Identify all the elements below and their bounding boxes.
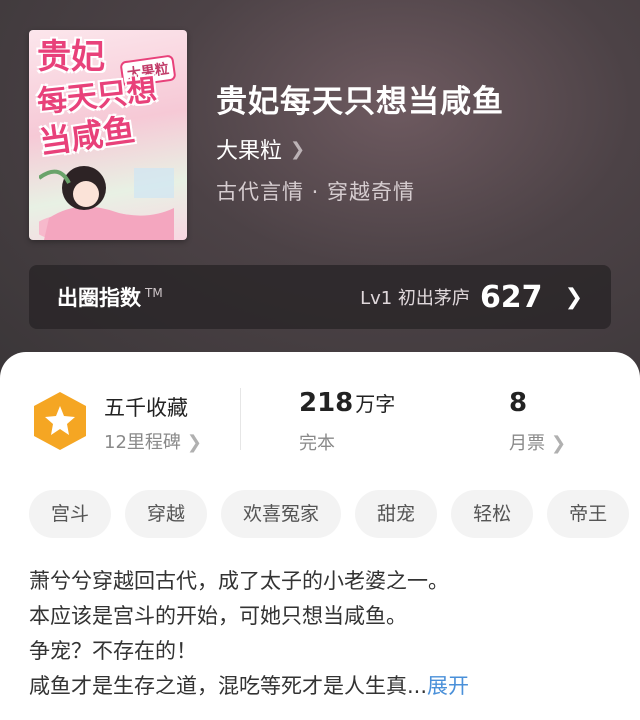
chevron-right-icon: ❯ — [551, 433, 567, 454]
tag-chip[interactable]: 穿越 — [125, 490, 208, 538]
tag-chip[interactable]: 轻松 — [451, 490, 534, 538]
chevron-right-icon: ❯ — [564, 284, 583, 310]
author-name: 大果粒 — [216, 139, 283, 164]
collection-milestone-title[interactable]: 五千收藏 — [104, 392, 188, 422]
book-info-panel: 五千收藏 12里程碑 ❯ 218 万字 完本 8 月票 ❯ 宫斗 穿越 欢喜冤家 甜宠… — [0, 352, 640, 720]
book-cover-image[interactable]: 贵妃 大果粒 每天只想 当咸鱼 — [29, 30, 187, 240]
tag-chip[interactable]: 帝王 — [547, 490, 630, 538]
popularity-index-bar[interactable]: 出圈指数 TM Lv1 初出茅庐 627 ❯ — [29, 265, 611, 329]
cover-title-line1: 贵妃 — [37, 37, 105, 77]
description-line: 萧兮兮穿越回古代，成了太子的小老婆之一。 — [29, 569, 449, 593]
tag-list: 宫斗 穿越 欢喜冤家 甜宠 轻松 帝王 — [29, 490, 630, 538]
index-label: 出圈指数 — [57, 286, 141, 310]
tag-chip[interactable]: 甜宠 — [355, 490, 438, 538]
description-line: 本应该是宫斗的开始，可她只想当咸鱼。 — [29, 604, 407, 628]
index-score: 627 — [479, 279, 543, 315]
description-line: 咸鱼才是生存之道，混吃等死才是人生真... — [29, 674, 428, 698]
book-description: 萧兮兮穿越回古代，成了太子的小老婆之一。 本应该是宫斗的开始，可她只想当咸鱼。 … — [29, 564, 619, 704]
star-badge-icon[interactable] — [31, 390, 89, 452]
expand-description-button[interactable]: 展开 — [427, 674, 469, 698]
chevron-right-icon: ❯ — [290, 138, 306, 160]
collection-milestone-link[interactable]: 12里程碑 ❯ — [104, 428, 202, 454]
cover-title-line2: 每天只想 — [35, 72, 159, 121]
cover-illustration — [39, 166, 174, 240]
book-title: 贵妃每天只想当咸鱼 — [216, 84, 504, 120]
word-count-number: 218 — [299, 388, 354, 418]
trademark-mark: TM — [145, 286, 163, 300]
description-line: 争宠？不存在的！ — [29, 639, 197, 663]
book-header: 贵妃 大果粒 每天只想 当咸鱼 贵妃每天只想当咸鱼 大果粒 ❯ 古代言情 · 穿… — [0, 0, 640, 380]
author-link[interactable]: 大果粒 ❯ — [216, 133, 305, 165]
stats-divider — [240, 388, 241, 450]
word-count-unit: 万字 — [355, 392, 396, 416]
collection-milestone-sub: 12里程碑 — [104, 432, 181, 453]
word-count: 218 万字 — [299, 388, 395, 418]
index-label-group: 出圈指数 TM — [57, 282, 163, 312]
chevron-right-icon: ❯ — [186, 432, 202, 453]
tag-chip[interactable]: 欢喜冤家 — [221, 490, 342, 538]
monthly-ticket-label: 月票 — [509, 433, 545, 454]
genre-label: 古代言情 · 穿越奇情 — [216, 180, 416, 204]
index-value-group: Lv1 初出茅庐 627 ❯ — [360, 280, 583, 315]
cover-title-line3: 当咸鱼 — [36, 110, 138, 162]
completion-status: 完本 — [299, 433, 335, 454]
description-last-line: 咸鱼才是生存之道，混吃等死才是人生真...展开 — [29, 669, 619, 704]
tag-chip[interactable]: 宫斗 — [29, 490, 112, 538]
monthly-ticket-link[interactable]: 月票 ❯ — [509, 429, 566, 455]
index-level: Lv1 初出茅庐 — [360, 288, 470, 309]
monthly-ticket-count: 8 — [509, 388, 528, 418]
stats-row: 五千收藏 12里程碑 ❯ 218 万字 完本 8 月票 ❯ — [0, 380, 640, 470]
